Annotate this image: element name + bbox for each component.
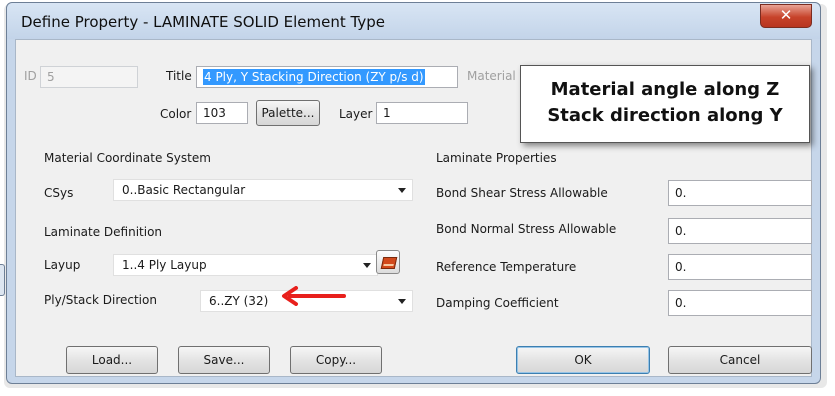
material-label: Material — [467, 69, 516, 83]
ply-stack-direction-label: Ply/Stack Direction — [44, 293, 157, 307]
layup-select[interactable]: 1..4 Ply Layup — [113, 254, 378, 276]
bond-shear-label: Bond Shear Stress Allowable — [436, 186, 608, 200]
bond-normal-label: Bond Normal Stress Allowable — [436, 222, 617, 236]
laminate-definition-section-label: Laminate Definition — [44, 225, 163, 239]
title-input-text: 4 Ply, Y Stacking Direction (ZY p/s d) — [203, 69, 425, 85]
annotation-callout: Material angle along Z Stack direction a… — [520, 65, 810, 143]
csys-label: CSys — [44, 186, 74, 200]
bond-normal-input[interactable]: 0. — [668, 218, 812, 244]
layer-label: Layer — [339, 107, 373, 121]
save-button[interactable]: Save... — [178, 346, 270, 374]
close-button[interactable]: ✕ — [760, 4, 812, 28]
color-label: Color — [160, 107, 192, 121]
ply-stack-direction-value: 6..ZY (32) — [209, 294, 269, 308]
cancel-button[interactable]: Cancel — [668, 346, 812, 374]
color-input[interactable]: 103 — [196, 102, 248, 124]
csys-select-value: 0..Basic Rectangular — [122, 183, 246, 197]
chevron-down-icon — [363, 263, 371, 268]
layup-select-value: 1..4 Ply Layup — [122, 258, 207, 272]
callout-line-2: Stack direction along Y — [547, 105, 783, 126]
callout-line-1: Material angle along Z — [550, 79, 780, 100]
reference-temperature-input[interactable]: 0. — [668, 254, 812, 280]
material-coord-section-label: Material Coordinate System — [44, 151, 211, 165]
id-field: 5 — [40, 66, 138, 88]
book-icon — [380, 257, 398, 269]
csys-select[interactable]: 0..Basic Rectangular — [113, 179, 413, 201]
title-input[interactable]: 4 Ply, Y Stacking Direction (ZY p/s d) — [196, 66, 458, 88]
palette-button[interactable]: Palette... — [256, 100, 320, 126]
layup-label: Layup — [44, 258, 81, 272]
chevron-down-icon — [398, 188, 406, 193]
load-button[interactable]: Load... — [66, 346, 158, 374]
laminate-properties-section-label: Laminate Properties — [436, 151, 557, 165]
title-label: Title — [166, 69, 192, 83]
window-title: Define Property - LAMINATE SOLID Element… — [21, 13, 385, 31]
title-bar[interactable]: Define Property - LAMINATE SOLID Element… — [7, 3, 820, 39]
layup-editor-icon[interactable] — [376, 250, 400, 274]
damping-coefficient-label: Damping Coefficient — [436, 296, 559, 310]
reference-temperature-label: Reference Temperature — [436, 260, 577, 274]
layer-input[interactable]: 1 — [376, 102, 468, 124]
chevron-down-icon — [398, 299, 406, 304]
id-label: ID — [24, 69, 37, 83]
bond-shear-input[interactable]: 0. — [668, 180, 812, 206]
dialog-window: Define Property - LAMINATE SOLID Element… — [6, 2, 821, 384]
red-arrow-icon — [282, 286, 346, 306]
damping-coefficient-input[interactable]: 0. — [668, 290, 812, 316]
background-window-edge — [0, 264, 5, 296]
ok-button[interactable]: OK — [516, 346, 650, 374]
copy-button[interactable]: Copy... — [290, 346, 382, 374]
